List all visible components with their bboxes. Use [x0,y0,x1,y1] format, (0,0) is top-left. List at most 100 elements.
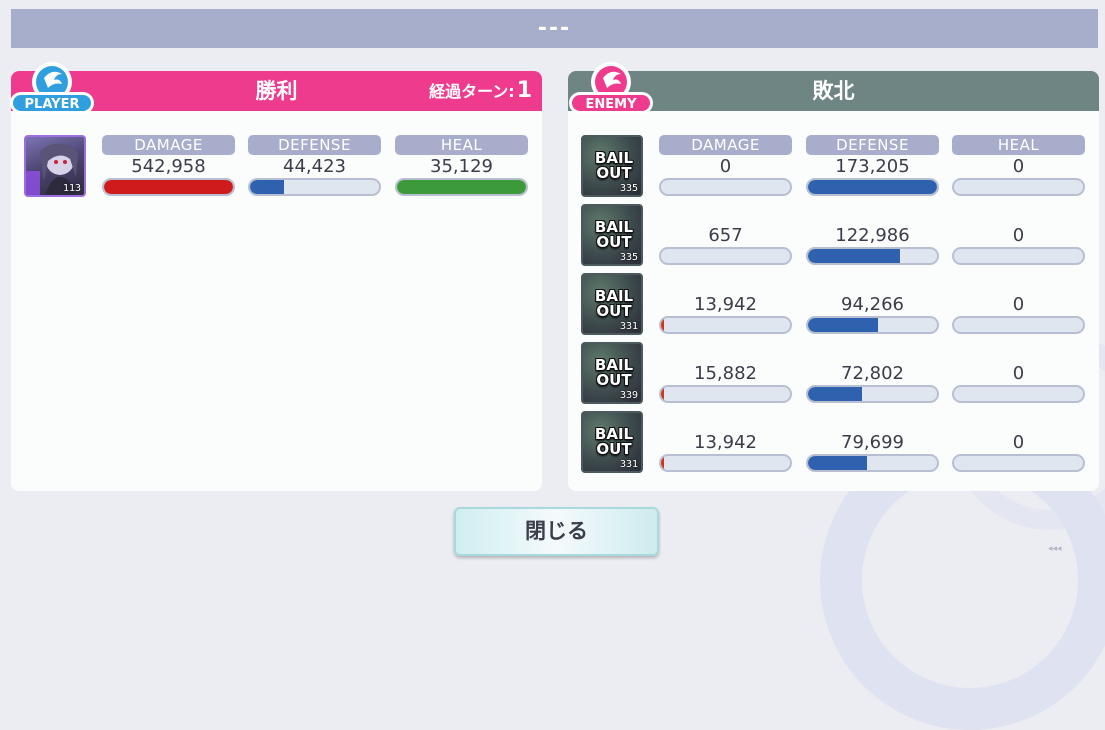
enemy-badge: ENEMY [567,58,655,120]
damage-value: 0 [719,156,732,177]
enemy-unit-row: BAIL OUT 339 15,882 72,802 0 [568,342,1099,408]
enemy-unit-row: BAIL OUT 335 657 122,986 0 [568,204,1099,270]
player-unit-row: 113 DAMAGE 542,958 DEFENSE 44,423 HEAL 3… [11,135,542,201]
enemy-unit-level: 339 [619,390,638,401]
damage-stat: 13,942 [659,273,792,335]
enemy-unit-row: BAIL OUT 335 DAMAGE 0 DEFENSE 173,205 HEAL 0 [568,135,1099,201]
defense-bar [248,178,381,196]
damage-value: 542,958 [131,156,206,177]
defense-bar-fill [250,180,284,194]
player-badge: PLAYER [8,58,96,120]
damage-stat: 13,942 [659,411,792,473]
heal-stat: HEAL 0 [952,135,1085,197]
damage-bar-fill [104,180,233,194]
enemy-unit-level: 335 [619,183,638,194]
heal-stat: 0 [952,204,1085,266]
defense-bar [806,247,939,265]
damage-bar-fill [661,456,664,470]
defense-label: DEFENSE [248,135,381,155]
enemy-unit-avatar[interactable]: BAIL OUT 339 [581,342,643,404]
heal-label: HEAL [952,135,1085,155]
damage-value: 15,882 [694,363,757,384]
bail-out-label: BAIL OUT [594,425,634,458]
heal-stat: 0 [952,342,1085,404]
player-panel: 勝利 経過ターン:1 113 DAMAGE 542,958 DEFENSE 44… [11,71,542,491]
defense-bar-fill [808,318,878,332]
enemy-unit-avatar[interactable]: BAIL OUT 335 [581,135,643,197]
close-button[interactable]: 閉じる [454,507,659,556]
defense-bar [806,454,939,472]
enemy-unit-avatar[interactable]: BAIL OUT 331 [581,411,643,473]
enemy-panel: 敗北 BAIL OUT 335 DAMAGE 0 DEFENSE 173,205 HEAL 0 B… [568,71,1099,491]
defense-stat: 94,266 [806,273,939,335]
heal-bar [395,178,528,196]
player-badge-label: PLAYER [25,97,80,112]
heal-value: 0 [1012,156,1025,177]
damage-bar [659,247,792,265]
defense-stat: 79,699 [806,411,939,473]
heal-value: 0 [1012,432,1025,453]
damage-stat: 15,882 [659,342,792,404]
defense-stat: DEFENSE 44,423 [248,135,381,197]
heal-value: 0 [1012,294,1025,315]
enemy-unit-level: 331 [619,321,638,332]
defense-value: 44,423 [283,156,346,177]
defense-value: 173,205 [835,156,910,177]
damage-bar-fill [661,387,664,401]
defense-value: 122,986 [835,225,910,246]
bail-out-label: BAIL OUT [594,356,634,389]
heal-value: 0 [1012,363,1025,384]
turn-value: 1 [516,78,532,103]
heal-bar [952,385,1085,403]
defense-bar-fill [808,456,868,470]
heal-bar-fill [397,180,526,194]
enemy-unit-row: BAIL OUT 331 13,942 94,266 0 [568,273,1099,339]
heal-label: HEAL [395,135,528,155]
enemy-unit-level: 335 [619,252,638,263]
damage-stat: DAMAGE 542,958 [102,135,235,197]
damage-value: 13,942 [694,432,757,453]
damage-bar [659,454,792,472]
defense-bar-fill [808,249,900,263]
defense-stat: DEFENSE 173,205 [806,135,939,197]
defense-label: DEFENSE [806,135,939,155]
defense-value: 79,699 [841,432,904,453]
heal-bar [952,247,1085,265]
bail-out-label: BAIL OUT [594,287,634,320]
heal-stat: 0 [952,273,1085,335]
defense-bar-fill [808,180,937,194]
player-unit-avatar[interactable]: 113 [24,135,86,197]
enemy-badge-label: ENEMY [586,97,638,112]
damage-bar [659,178,792,196]
player-badge-icon: PLAYER [10,62,94,114]
title-bar: --- [11,9,1098,48]
damage-bar [102,178,235,196]
enemy-badge-icon: ENEMY [569,62,653,114]
damage-value: 657 [708,225,743,246]
defense-bar [806,385,939,403]
turn-label: 経過ターン: [429,82,515,101]
heal-bar [952,454,1085,472]
damage-label: DAMAGE [102,135,235,155]
title-text: --- [537,16,572,41]
defense-stat: 72,802 [806,342,939,404]
damage-bar [659,316,792,334]
defense-bar [806,316,939,334]
heal-stat: 0 [952,411,1085,473]
damage-bar-fill [661,318,664,332]
defense-bar-fill [808,387,863,401]
defense-value: 72,802 [841,363,904,384]
damage-label: DAMAGE [659,135,792,155]
player-unit-level: 113 [62,183,81,194]
heal-value: 35,129 [430,156,493,177]
heal-value: 0 [1012,225,1025,246]
bail-out-label: BAIL OUT [594,218,634,251]
damage-stat: 657 [659,204,792,266]
enemy-unit-avatar[interactable]: BAIL OUT 331 [581,273,643,335]
damage-stat: DAMAGE 0 [659,135,792,197]
enemy-unit-row: BAIL OUT 331 13,942 79,699 0 [568,411,1099,477]
damage-value: 13,942 [694,294,757,315]
turn-counter: 経過ターン:1 [429,71,532,112]
damage-bar [659,385,792,403]
enemy-unit-avatar[interactable]: BAIL OUT 335 [581,204,643,266]
